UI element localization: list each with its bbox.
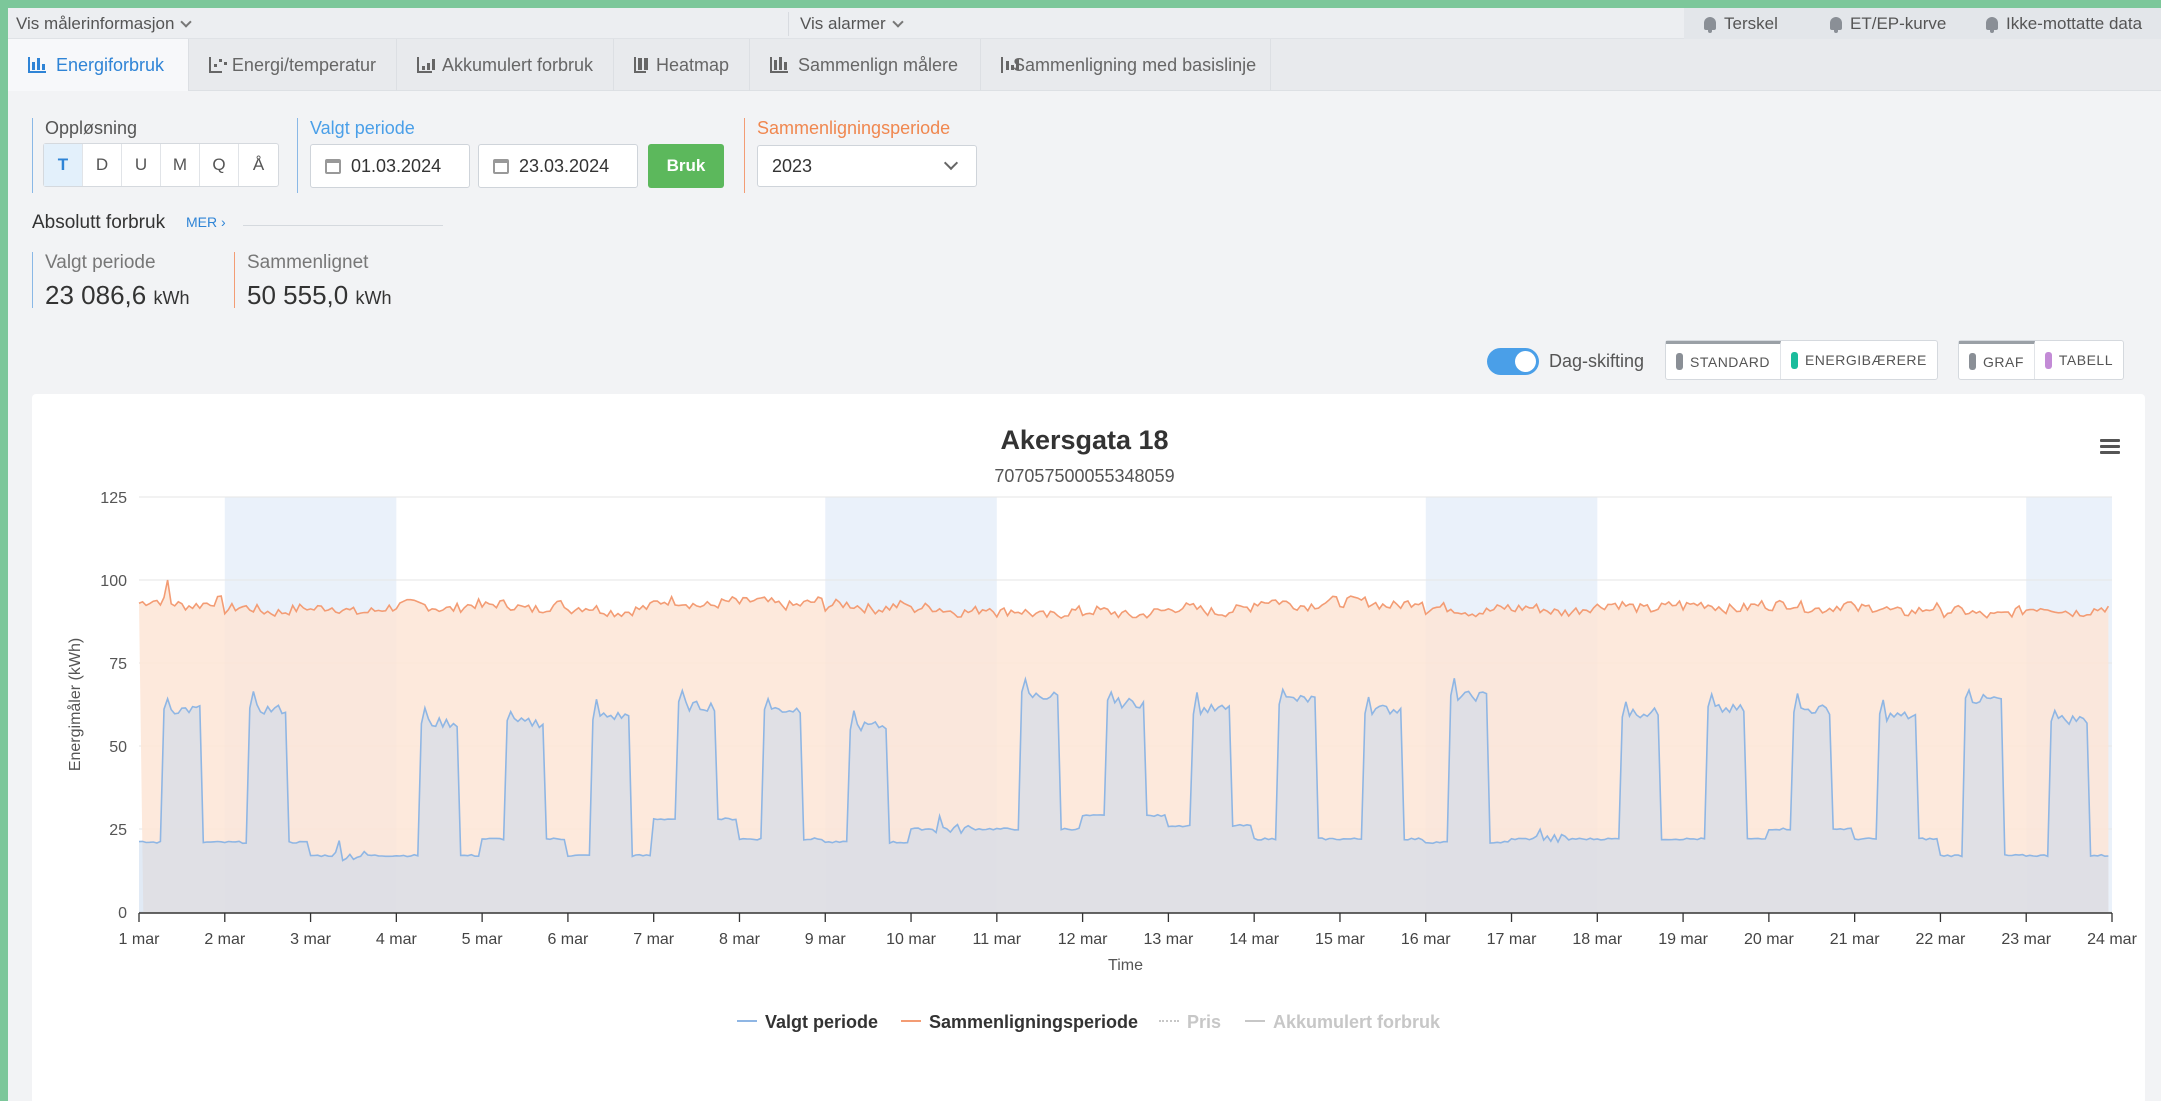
legend-item-pris[interactable]: Pris [1159,1012,1221,1033]
x-tick-label: 10 mar [886,931,936,948]
legend-item-sammenligningsperiode[interactable]: Sammenligningsperiode [901,1012,1138,1033]
legend-swatch [1159,1020,1179,1023]
legend-swatch [901,1020,921,1023]
x-tick-label: 13 mar [1143,931,1193,948]
x-tick-label: 23 mar [2001,931,2051,948]
x-tick-label: 4 mar [376,931,418,948]
legend-label: Valgt periode [765,1012,879,1032]
x-tick-label: 1 mar [119,931,161,948]
x-tick-label: 21 mar [1830,931,1880,948]
x-tick-label: 5 mar [462,931,504,948]
x-tick-label: 17 mar [1487,931,1537,948]
y-tick-label: 50 [109,739,127,756]
legend-label: Akkumulert forbruk [1273,1012,1441,1032]
x-tick-label: 16 mar [1401,931,1451,948]
legend-item-valgt-periode[interactable]: Valgt periode [737,1012,878,1033]
x-tick-label: 9 mar [805,931,847,948]
x-tick-label: 15 mar [1315,931,1365,948]
chart-plot: 0 25 50 75 100 125 Energimåler (kWh) 1 mar 2 mar… [66,490,2138,974]
y-tick-label: 25 [109,822,127,839]
y-tick-label: 75 [109,656,127,673]
y-axis-label: Energimåler (kWh) [66,638,84,771]
x-tick-label: 14 mar [1229,931,1279,948]
x-tick-label: 2 mar [204,931,246,948]
x-tick-label: 12 mar [1058,931,1108,948]
y-tick-label: 100 [100,573,127,590]
x-tick-label: 18 mar [1572,931,1622,948]
y-tick-label: 0 [118,905,127,922]
app-window: Vis målerinformasjon Vis alarmer Terskel… [8,8,2161,1101]
legend-label: Pris [1187,1012,1222,1032]
x-axis-label: Time [1108,957,1143,974]
x-tick-label: 3 mar [290,931,332,948]
legend-item-akkumulert-forbruk[interactable]: Akkumulert forbruk [1245,1012,1440,1033]
x-tick-label: 22 mar [1916,931,1966,948]
x-tick-label: 24 mar [2087,931,2137,948]
x-tick-label: 8 mar [719,931,761,948]
y-tick-label: 125 [100,490,127,507]
legend-swatch [1245,1020,1265,1023]
x-tick-label: 20 mar [1744,931,1794,948]
x-tick-label: 7 mar [633,931,675,948]
x-tick-label: 6 mar [547,931,589,948]
legend-label: Sammenligningsperiode [929,1012,1139,1032]
legend-swatch [737,1020,757,1023]
x-tick-label: 19 mar [1658,931,1708,948]
x-tick-label: 11 mar [973,931,1022,948]
